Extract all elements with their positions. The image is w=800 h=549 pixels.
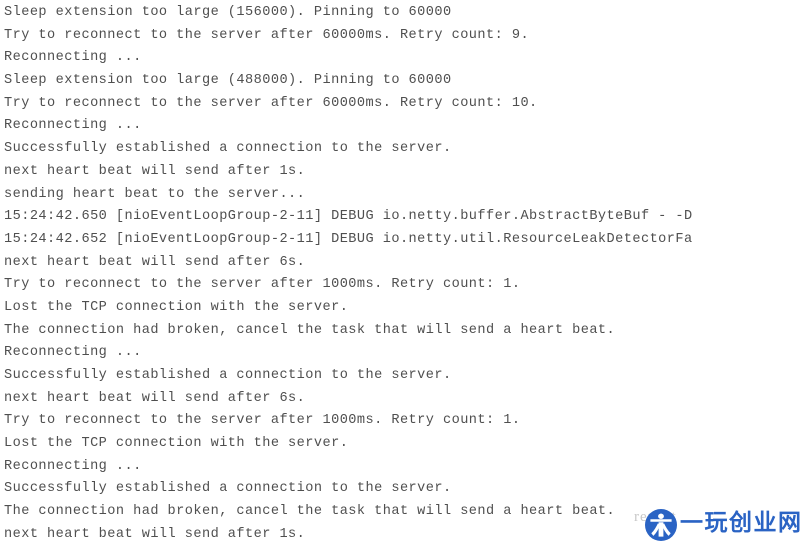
log-line: sending heart beat to the server... [4, 186, 306, 202]
log-line-list: Sleep extension too large (156000). Pinn… [4, 2, 800, 547]
log-line: 15:24:42.650 [nioEventLoopGroup-2-11] DE… [4, 209, 693, 225]
log-line: Reconnecting ... [4, 458, 142, 474]
log-line: Sleep extension too large (488000). Pinn… [4, 73, 452, 89]
log-line: Successfully established a connection to… [4, 481, 452, 497]
log-line: next heart beat will send after 1s. [4, 526, 306, 542]
log-line: 15:24:42.652 [nioEventLoopGroup-2-11] DE… [4, 231, 693, 247]
log-line: Try to reconnect to the server after 100… [4, 413, 521, 429]
log-line: Successfully established a connection to… [4, 141, 452, 157]
log-line: next heart beat will send after 6s. [4, 254, 306, 270]
log-line: Successfully established a connection to… [4, 368, 452, 383]
log-line: Try to reconnect to the server after 100… [4, 277, 521, 293]
log-line: Lost the TCP connection with the server. [4, 299, 349, 315]
log-line: Reconnecting ... [4, 50, 142, 66]
log-line: Sleep extension too large (156000). Pinn… [4, 5, 452, 20]
log-line: next heart beat will send after 6s. [4, 390, 306, 406]
log-line: Reconnecting ... [4, 118, 142, 134]
log-line: The connection had broken, cancel the ta… [4, 322, 616, 338]
log-line: Reconnecting ... [4, 345, 142, 361]
log-line: The connection had broken, cancel the ta… [4, 504, 616, 520]
log-line: Try to reconnect to the server after 600… [4, 27, 530, 43]
log-line: next heart beat will send after 1s. [4, 163, 306, 179]
log-line: Try to reconnect to the server after 600… [4, 95, 538, 111]
console-log-output: Sleep extension too large (156000). Pinn… [0, 0, 800, 549]
log-line: Lost the TCP connection with the server. [4, 436, 349, 452]
